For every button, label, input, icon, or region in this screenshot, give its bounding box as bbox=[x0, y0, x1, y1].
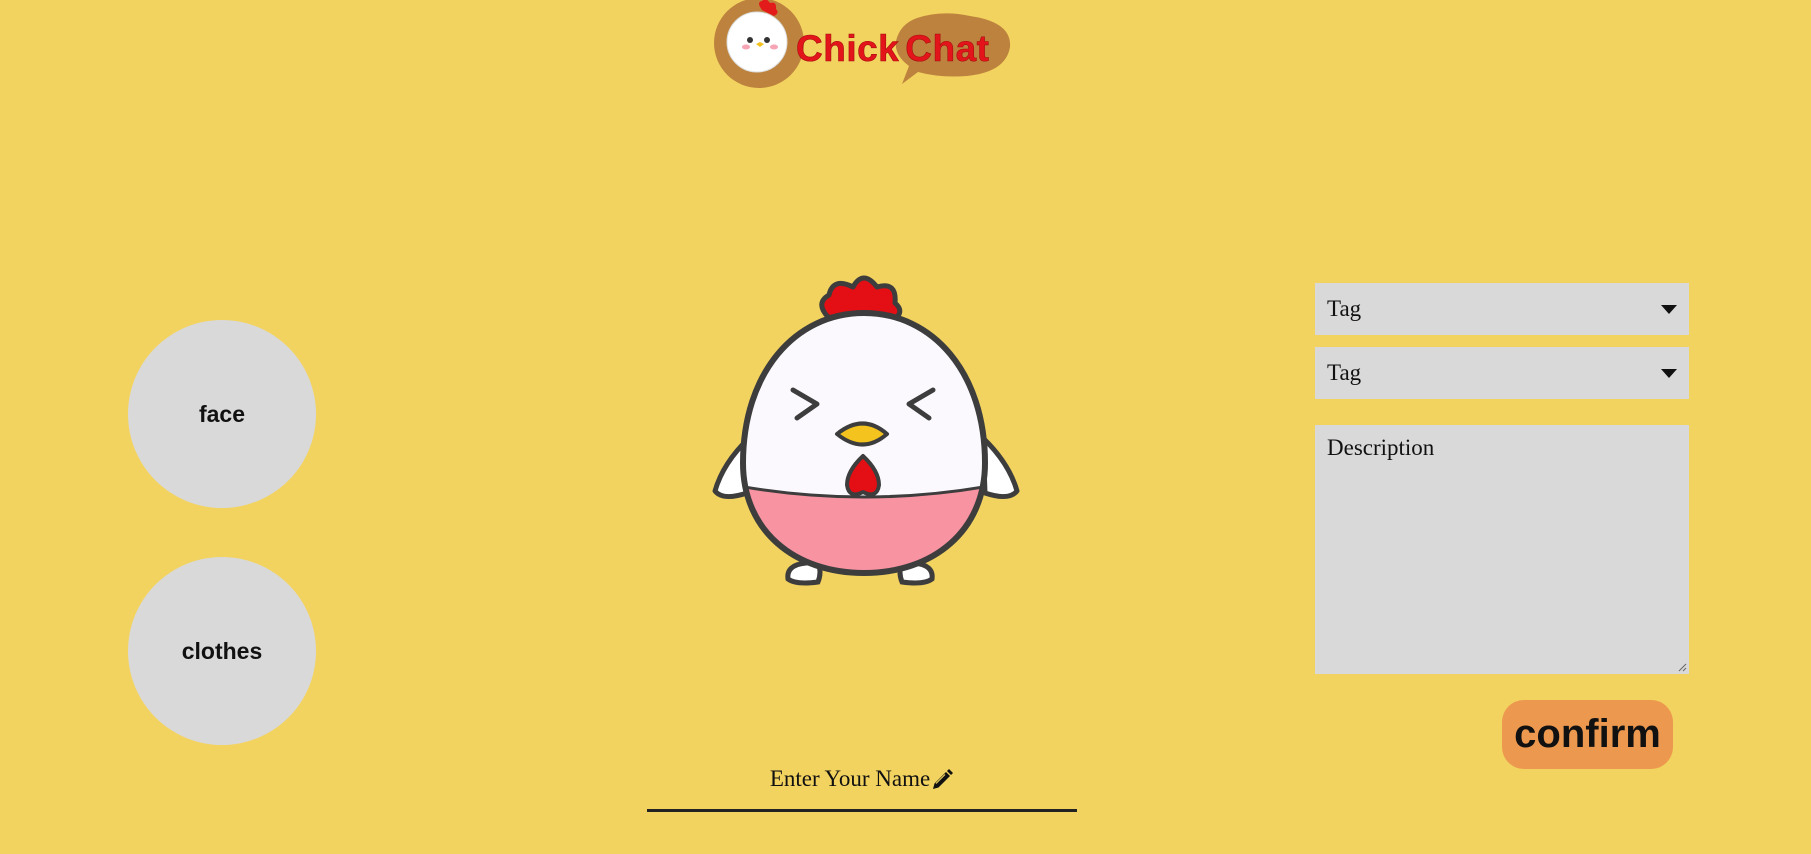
confirm-button[interactable]: confirm bbox=[1502, 700, 1673, 769]
name-placeholder: Enter Your Name bbox=[769, 766, 931, 791]
caret-down-icon bbox=[1661, 304, 1677, 314]
confirm-button-label: confirm bbox=[1514, 712, 1661, 756]
logo-word-chick: Chick bbox=[796, 28, 900, 70]
resize-handle-icon[interactable] bbox=[1678, 663, 1687, 672]
name-input[interactable]: Enter Your Name bbox=[647, 760, 1077, 812]
face-button[interactable]: face bbox=[128, 320, 316, 508]
clothes-button-label: clothes bbox=[181, 637, 263, 664]
chick-avatar bbox=[712, 275, 1020, 586]
tag-select-2[interactable]: Tag bbox=[1315, 347, 1689, 399]
face-button-label: face bbox=[198, 400, 246, 427]
clothes-button[interactable]: clothes bbox=[128, 557, 316, 745]
tag-select-1[interactable]: Tag bbox=[1315, 283, 1689, 335]
tag-select-1-value: Tag bbox=[1327, 296, 1362, 321]
logo-word-chat: Chat bbox=[905, 28, 990, 70]
tag-select-2-value: Tag bbox=[1327, 360, 1362, 385]
caret-down-icon bbox=[1661, 368, 1677, 378]
logo-text: Chick Chat bbox=[796, 28, 990, 70]
pencil-icon bbox=[933, 769, 954, 789]
description-placeholder: Description bbox=[1327, 435, 1435, 460]
description-textarea[interactable]: Description bbox=[1315, 425, 1689, 674]
